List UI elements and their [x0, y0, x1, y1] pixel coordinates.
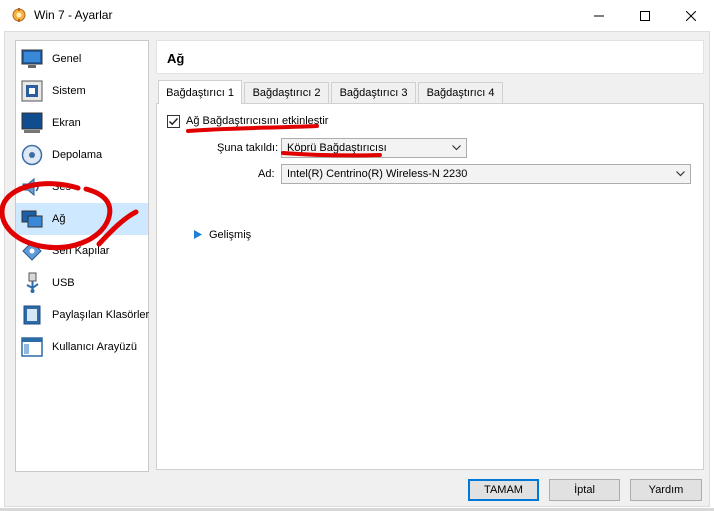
minimize-icon [594, 15, 604, 16]
sidebar-item-label: Sistem [52, 85, 86, 97]
sidebar-item-genel[interactable]: Genel [16, 43, 148, 75]
monitor-icon [21, 49, 43, 68]
serial-port-icon [22, 241, 42, 261]
close-button[interactable] [668, 0, 714, 31]
virtualbox-app-icon [12, 8, 26, 22]
sidebar-item-label: Genel [52, 53, 82, 65]
attached-to-select[interactable]: Köprü Bağdaştırıcısı [281, 138, 467, 158]
ok-button-label: TAMAM [484, 484, 523, 496]
tab-adapter-3[interactable]: Bağdaştırıcı 3 [331, 82, 416, 103]
sidebar-item-ses[interactable]: Ses [16, 171, 148, 203]
folder-icon [23, 305, 41, 325]
tab-label: Bağdaştırıcı 3 [339, 87, 408, 99]
chevron-down-icon [452, 145, 461, 151]
window-title: Win 7 - Ayarlar [34, 8, 113, 22]
sidebar-item-sistem[interactable]: Sistem [16, 75, 148, 107]
settings-content: Ağ Bağdaştırıcı 1 Bağdaştırıcı 2 Bağdaşt… [156, 40, 704, 472]
sidebar-item-ekran[interactable]: Ekran [16, 107, 148, 139]
tab-label: Bağdaştırıcı 1 [166, 86, 234, 99]
title-bar: Win 7 - Ayarlar [0, 0, 714, 31]
chip-icon [21, 80, 43, 102]
display-icon [21, 112, 43, 133]
adapter-name-select[interactable]: Intel(R) Centrino(R) Wireless-N 2230 [281, 164, 691, 184]
sidebar-item-paylasilan-klasorler[interactable]: Paylaşılan Klasörler [16, 299, 150, 331]
page-title: Ağ [167, 51, 185, 66]
sidebar-item-label: Ekran [52, 117, 81, 129]
tab-adapter-4[interactable]: Bağdaştırıcı 4 [418, 82, 503, 103]
help-button-label: Yardım [648, 484, 684, 496]
help-button[interactable]: Yardım [630, 479, 702, 501]
tab-label: Bağdaştırıcı 2 [252, 87, 321, 99]
cancel-button-label: İptal [574, 484, 595, 496]
ui-window-icon [21, 337, 43, 357]
sidebar-item-label: Depolama [52, 149, 103, 161]
sidebar-item-label: Seri Kapılar [52, 245, 110, 257]
attached-to-value: Köprü Bağdaştırıcısı [287, 142, 387, 154]
tab-adapter-2[interactable]: Bağdaştırıcı 2 [244, 82, 329, 103]
sidebar-item-kullanici-arayuzu[interactable]: Kullanıcı Arayüzü [16, 331, 148, 363]
adapter-1-panel: Ağ Bağdaştırıcısını etkinleştir Şuna tak… [156, 103, 704, 470]
checkmark-icon [168, 117, 179, 126]
page-header: Ağ [156, 40, 704, 74]
sidebar-item-label: Paylaşılan Klasörler [52, 309, 150, 321]
usb-icon [26, 272, 39, 293]
enable-adapter-checkbox[interactable] [167, 115, 180, 128]
sidebar-item-label: Ağ [52, 213, 66, 225]
sidebar-item-label: USB [52, 277, 75, 289]
sidebar-item-seri-kapilar[interactable]: Seri Kapılar [16, 235, 148, 267]
enable-adapter-label: Ağ Bağdaştırıcısını etkinleştir [186, 115, 329, 127]
expand-arrow-icon[interactable] [194, 230, 202, 239]
sidebar-item-label: Kullanıcı Arayüzü [52, 341, 137, 353]
disk-icon [21, 144, 43, 166]
advanced-toggle[interactable]: Gelişmiş [209, 229, 251, 241]
chevron-down-icon [676, 171, 685, 177]
minimize-button[interactable] [576, 0, 622, 31]
speaker-icon [22, 177, 39, 197]
close-icon [686, 10, 696, 21]
sidebar-item-ag[interactable]: Ağ [16, 203, 148, 235]
tab-label: Bağdaştırıcı 4 [426, 87, 495, 99]
maximize-button[interactable] [622, 0, 668, 31]
adapter-name-value: Intel(R) Centrino(R) Wireless-N 2230 [287, 168, 468, 180]
settings-sidebar: Genel Sistem Ekran Depolama Ses Ağ Seri … [15, 40, 149, 472]
sidebar-item-label: Ses [52, 181, 71, 193]
cancel-button[interactable]: İptal [549, 479, 620, 501]
network-icon [21, 210, 43, 228]
tab-adapter-1[interactable]: Bağdaştırıcı 1 [158, 80, 242, 104]
name-label: Ad: [258, 168, 275, 180]
sidebar-item-usb[interactable]: USB [16, 267, 148, 299]
ok-button[interactable]: TAMAM [468, 479, 539, 501]
sidebar-item-depolama[interactable]: Depolama [16, 139, 148, 171]
maximize-icon [640, 10, 650, 21]
attached-to-label: Şuna takıldı: [217, 142, 279, 154]
